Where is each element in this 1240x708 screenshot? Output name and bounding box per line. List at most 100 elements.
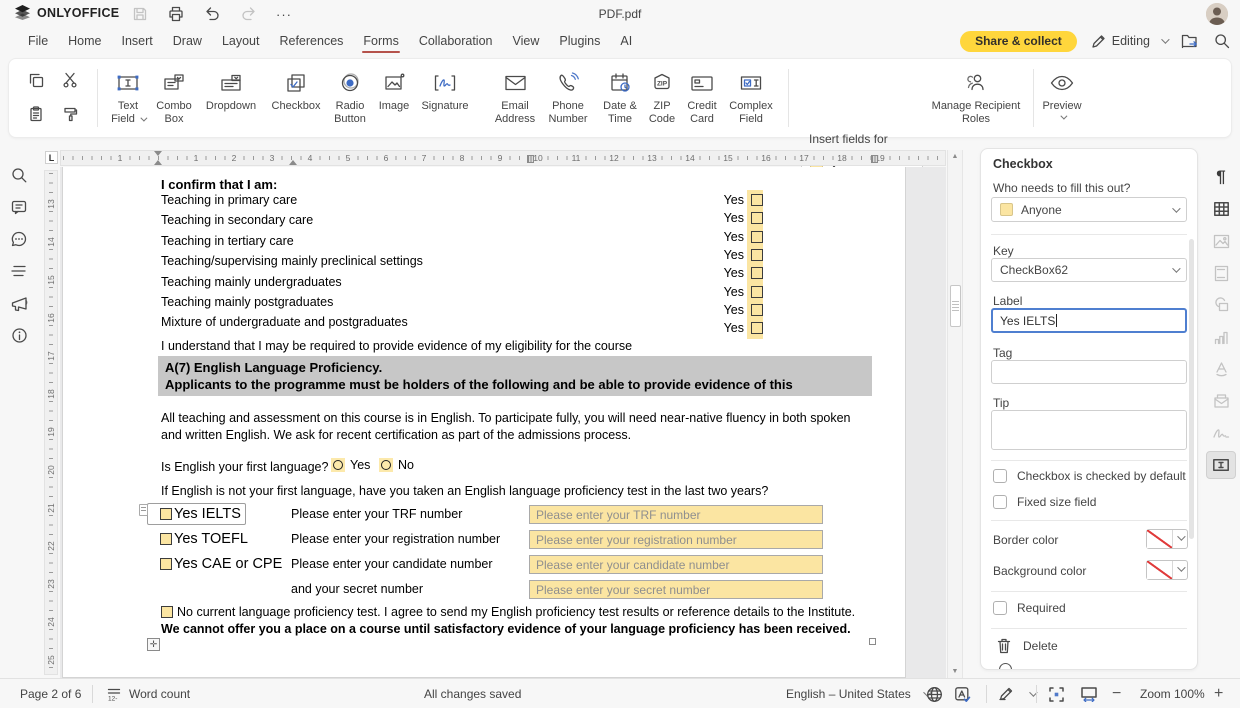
yes-checkbox-field[interactable] — [751, 267, 763, 279]
checked-by-default-checkbox[interactable]: Checkbox is checked by default — [993, 469, 1186, 483]
open-file-location-button[interactable] — [1181, 33, 1200, 49]
yes-checkbox-field[interactable] — [751, 286, 763, 298]
zoom-level[interactable]: Zoom 100% — [1140, 679, 1205, 708]
credit-card-button[interactable]: Credit Card — [681, 67, 723, 131]
table-resize-handle[interactable] — [869, 638, 876, 645]
ruler-first-line-indent-marker[interactable] — [154, 151, 162, 156]
tab-plugins[interactable]: Plugins — [549, 30, 610, 52]
panel-scrollbar[interactable] — [1189, 239, 1194, 539]
checkbox-button[interactable]: Checkbox — [265, 67, 327, 131]
avatar[interactable] — [1206, 3, 1228, 25]
signature-button[interactable]: Signature — [415, 67, 475, 131]
track-changes-button[interactable] — [998, 679, 1035, 708]
key-dropdown[interactable]: CheckBox62 — [991, 258, 1187, 282]
language-selector[interactable]: English – United States — [786, 679, 929, 708]
radio-button-button[interactable]: Radio Button — [327, 67, 373, 131]
fixed-size-checkbox[interactable]: Fixed size field — [993, 495, 1096, 509]
ruler-indent-marker[interactable] — [289, 160, 297, 165]
radio-yes-field[interactable] — [331, 458, 345, 472]
background-color-picker[interactable] — [1146, 560, 1188, 580]
tag-input[interactable] — [991, 360, 1187, 384]
ruler-hanging-indent-marker[interactable] — [154, 160, 162, 165]
field-drag-handle[interactable] — [139, 504, 148, 516]
set-document-language-button[interactable] — [926, 679, 943, 708]
mail-merge-settings-button[interactable] — [1206, 387, 1236, 415]
text-field-button[interactable]: Text Field — [105, 67, 151, 131]
complex-field-button[interactable]: Complex Field — [723, 67, 779, 131]
fit-page-button[interactable] — [1048, 679, 1065, 708]
feedback-button[interactable] — [4, 289, 34, 317]
header-footer-settings-button[interactable] — [1206, 259, 1236, 287]
share-collect-button[interactable]: Share & collect — [960, 31, 1077, 52]
tab-layout[interactable]: Layout — [212, 30, 270, 52]
yes-checkbox-field[interactable] — [751, 212, 763, 224]
tab-forms[interactable]: Forms — [353, 30, 408, 52]
page-indicator[interactable]: Page 2 of 6 — [20, 679, 81, 708]
yes-checkbox-field[interactable] — [751, 249, 763, 261]
scrollbar-thumb[interactable] — [950, 285, 961, 327]
document-scrollbar[interactable]: ▲ ▼ — [947, 150, 963, 678]
paragraph-settings-button[interactable]: ¶ — [1206, 163, 1236, 191]
dropdown-button[interactable]: Dropdown — [199, 67, 263, 131]
date-time-button[interactable]: Date & Time — [597, 67, 643, 131]
secret-number-input[interactable] — [529, 580, 823, 599]
table-settings-button[interactable] — [1206, 195, 1236, 223]
tab-draw[interactable]: Draw — [163, 30, 212, 52]
copy-button[interactable] — [23, 67, 49, 93]
tab-references[interactable]: References — [269, 30, 353, 52]
tab-insert[interactable]: Insert — [112, 30, 163, 52]
shape-settings-button[interactable] — [1206, 291, 1236, 319]
border-color-picker[interactable] — [1146, 529, 1188, 549]
tab-collaboration[interactable]: Collaboration — [409, 30, 503, 52]
checkbox-box[interactable] — [993, 469, 1007, 483]
table-move-handle[interactable]: ✛ — [147, 638, 160, 651]
image-settings-button[interactable] — [1206, 227, 1236, 255]
tab-view[interactable]: View — [503, 30, 550, 52]
combo-box-button[interactable]: Combo Box — [151, 67, 197, 131]
radio-no-field[interactable] — [379, 458, 393, 472]
form-settings-button[interactable] — [1206, 451, 1236, 479]
label-input[interactable]: Yes IELTS — [991, 308, 1187, 333]
preview-button[interactable]: Preview — [1037, 67, 1087, 131]
paste-button[interactable] — [23, 101, 49, 127]
toefl-checkbox-field[interactable] — [160, 533, 172, 545]
delete-field-button[interactable]: Delete — [997, 638, 1058, 654]
text-art-settings-button[interactable] — [1206, 355, 1236, 383]
tab-home[interactable]: Home — [58, 30, 111, 52]
ruler-table-column-marker[interactable] — [527, 155, 534, 163]
signature-settings-button[interactable] — [1206, 419, 1236, 447]
scroll-up-icon[interactable]: ▲ — [948, 150, 962, 163]
fit-width-button[interactable] — [1080, 679, 1098, 708]
trf-number-input[interactable] — [529, 505, 823, 524]
cut-button[interactable] — [57, 67, 83, 93]
cae-checkbox-row[interactable]: Yes CAE or CPE — [160, 556, 282, 572]
zip-code-button[interactable]: ZIP ZIP Code — [643, 67, 681, 131]
who-fills-dropdown[interactable]: Anyone — [991, 197, 1187, 222]
manage-recipient-roles-button[interactable]: Manage Recipient Roles — [923, 67, 1029, 131]
editing-mode-selector[interactable]: Editing — [1091, 34, 1167, 49]
ruler-table-column-marker[interactable] — [871, 155, 878, 163]
zoom-in-button[interactable]: + — [1214, 679, 1223, 708]
chart-settings-button[interactable] — [1206, 323, 1236, 351]
toefl-checkbox-row[interactable]: Yes TOEFL — [160, 531, 248, 547]
yes-checkbox-field[interactable] — [751, 322, 763, 334]
required-checkbox[interactable]: Required — [993, 601, 1066, 615]
zoom-out-button[interactable]: − — [1112, 679, 1121, 708]
search-icon[interactable] — [1214, 33, 1230, 49]
format-painter-button[interactable] — [57, 101, 83, 127]
comments-panel-button[interactable] — [4, 193, 34, 221]
yes-checkbox-field[interactable] — [751, 231, 763, 243]
yes-checkbox-field[interactable] — [751, 304, 763, 316]
word-count-button[interactable]: 12- Word count — [106, 679, 190, 708]
yes-checkbox-field[interactable] — [751, 194, 763, 206]
registration-number-input[interactable] — [529, 530, 823, 549]
image-button[interactable]: Image — [373, 67, 415, 131]
no-test-checkbox-field[interactable] — [161, 606, 173, 618]
phone-number-button[interactable]: Phone Number — [539, 67, 597, 131]
email-address-button[interactable]: Email Address — [487, 67, 543, 131]
cae-checkbox-field[interactable] — [160, 558, 172, 570]
ielts-checkbox-field[interactable] — [160, 508, 172, 520]
ielts-checkbox-row[interactable]: Yes IELTS — [160, 506, 241, 522]
candidate-number-input[interactable] — [529, 555, 823, 574]
tab-file[interactable]: File — [18, 30, 58, 52]
